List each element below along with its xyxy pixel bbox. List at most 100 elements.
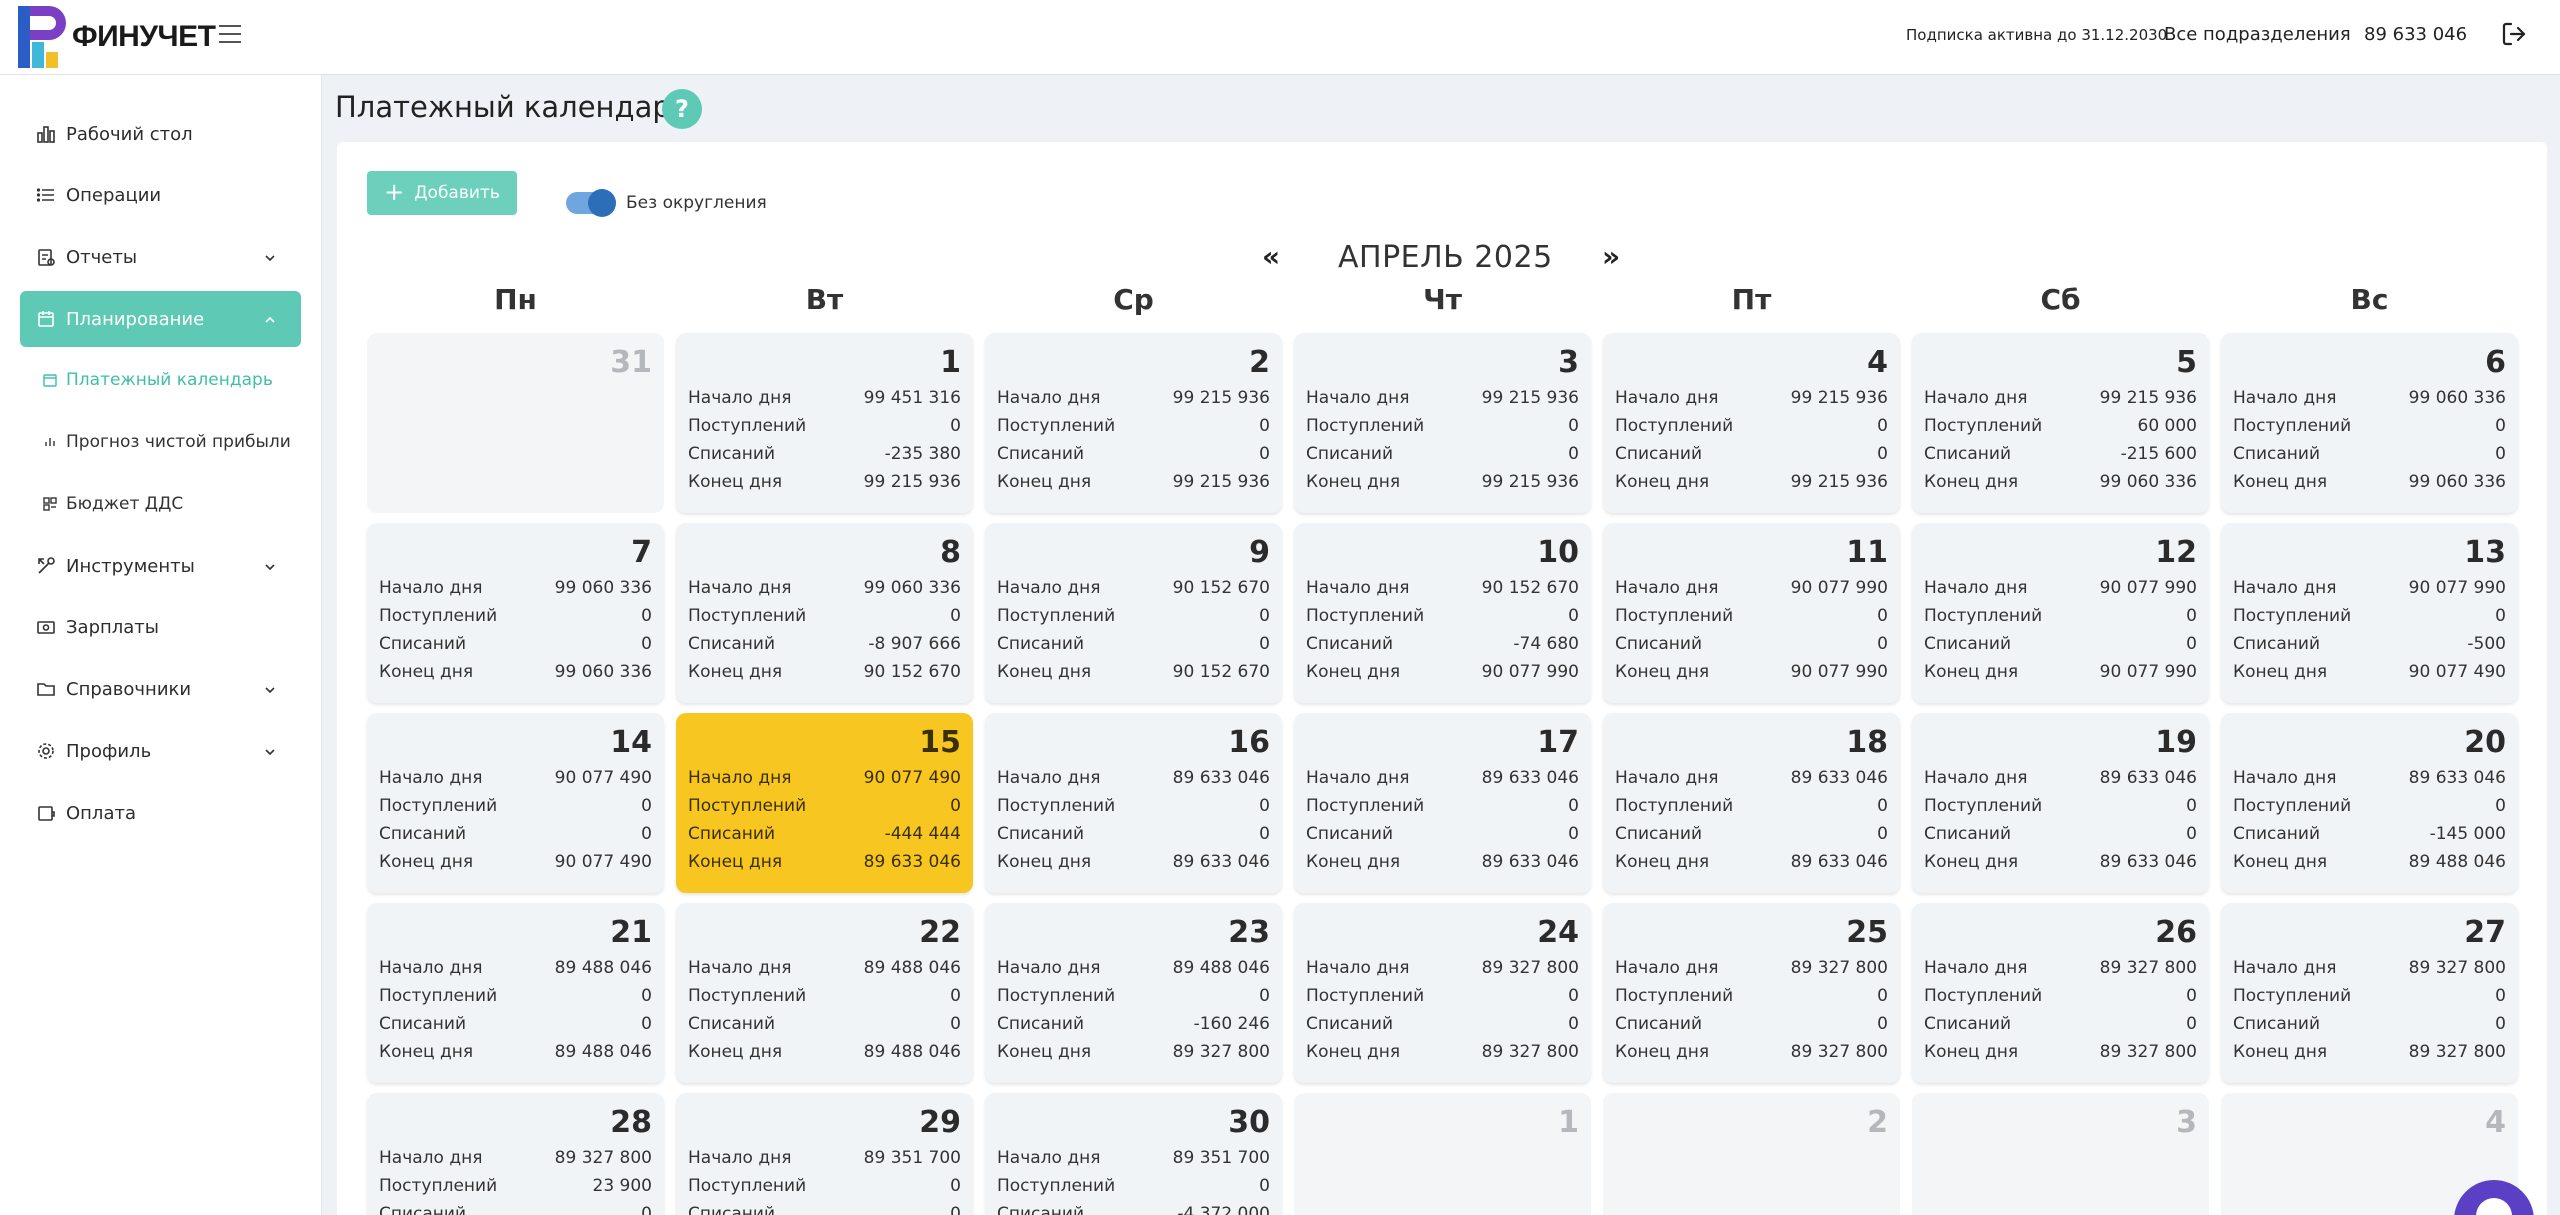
calendar-day[interactable]: 24 Начало дня 89 327 800 Поступлений 0 Списан… xyxy=(1294,903,1591,1083)
calendar-day[interactable]: 13 Начало дня 90 077 990 Поступлений 0 Списан… xyxy=(2221,523,2518,703)
calendar-day[interactable]: 17 Начало дня 89 633 046 Поступлений 0 Списан… xyxy=(1294,713,1591,893)
department-selector[interactable]: Все подразделения xyxy=(2164,24,2351,45)
calendar-day-other-month[interactable]: 31 xyxy=(367,333,664,513)
salary-icon xyxy=(36,617,56,637)
sidebar-item-directories[interactable]: Справочники xyxy=(20,661,301,717)
day-row-value: 0 xyxy=(1877,1014,1888,1034)
day-summary-row: Списаний 0 xyxy=(1615,444,1888,468)
day-row-label: Поступлений xyxy=(997,416,1116,436)
day-row-value: 89 488 046 xyxy=(863,958,961,978)
sidebar-item-salaries[interactable]: Зарплаты xyxy=(20,599,301,655)
sidebar-item-reports[interactable]: Отчеты xyxy=(20,229,301,285)
day-row-label: Списаний xyxy=(2233,1014,2321,1034)
day-row-label: Конец дня xyxy=(1924,852,2019,872)
sidebar-item-payment[interactable]: Оплата xyxy=(20,785,301,841)
calendar-day[interactable]: 18 Начало дня 89 633 046 Поступлений 0 Списан… xyxy=(1603,713,1900,893)
day-row-label: Поступлений xyxy=(2233,986,2352,1006)
day-row-value: 90 077 490 xyxy=(554,768,652,788)
calendar-day-other-month[interactable]: 3 xyxy=(1912,1093,2209,1215)
calendar-day[interactable]: 25 Начало дня 89 327 800 Поступлений 0 Списан… xyxy=(1603,903,1900,1083)
day-summary-row: Поступлений 0 xyxy=(688,796,961,820)
calendar-day[interactable]: 11 Начало дня 90 077 990 Поступлений 0 Списан… xyxy=(1603,523,1900,703)
day-summary-row: Конец дня 90 077 990 xyxy=(1306,662,1579,686)
calendar-day[interactable]: 20 Начало дня 89 633 046 Поступлений 0 Списан… xyxy=(2221,713,2518,893)
day-row-value: 0 xyxy=(950,796,961,816)
day-summary-row: Начало дня 89 488 046 xyxy=(997,958,1270,982)
sidebar-item-dashboard[interactable]: Рабочий стол xyxy=(20,106,301,162)
app-logo[interactable]: ФИНУЧЕТ xyxy=(18,6,216,68)
calendar-day[interactable]: 22 Начало дня 89 488 046 Поступлений 0 Списан… xyxy=(676,903,973,1083)
add-button-label: Добавить xyxy=(414,183,500,203)
sidebar-item-planning[interactable]: Планирование xyxy=(20,291,301,347)
calendar-day[interactable]: 12 Начало дня 90 077 990 Поступлений 0 Списан… xyxy=(1912,523,2209,703)
sidebar-subitem-label: Прогноз чистой прибыли xyxy=(66,432,291,452)
chevron-down-icon xyxy=(263,681,277,695)
logout-icon[interactable] xyxy=(2500,20,2528,48)
day-row-label: Списаний xyxy=(1924,634,2012,654)
day-row-value: 0 xyxy=(2495,986,2506,1006)
day-summary-row: Поступлений 0 xyxy=(2233,416,2506,440)
help-button[interactable]: ? xyxy=(662,89,702,129)
calendar-day[interactable]: 8 Начало дня 99 060 336 Поступлений 0 Списани… xyxy=(676,523,973,703)
calendar-day-today[interactable]: 15 Начало дня 90 077 490 Поступлений 0 Списан… xyxy=(676,713,973,893)
day-summary-row: Поступлений 0 xyxy=(379,606,652,630)
calendar-day[interactable]: 26 Начало дня 89 327 800 Поступлений 0 Списан… xyxy=(1912,903,2209,1083)
sidebar-subitem-payment-calendar[interactable]: Платежный календарь xyxy=(42,360,273,400)
calendar-day[interactable]: 7 Начало дня 99 060 336 Поступлений 0 Списани… xyxy=(367,523,664,703)
menu-burger-icon[interactable] xyxy=(219,25,241,43)
day-row-value: 0 xyxy=(1568,1014,1579,1034)
day-number: 19 xyxy=(2155,725,2197,760)
prev-month-button[interactable]: « xyxy=(1262,240,1280,273)
calendar-day[interactable]: 3 Начало дня 99 215 936 Поступлений 0 Списани… xyxy=(1294,333,1591,513)
day-row-label: Конец дня xyxy=(997,472,1092,492)
calendar-day[interactable]: 21 Начало дня 89 488 046 Поступлений 0 Списан… xyxy=(367,903,664,1083)
calendar-day[interactable]: 10 Начало дня 90 152 670 Поступлений 0 Списан… xyxy=(1294,523,1591,703)
day-row-value: 0 xyxy=(950,606,961,626)
sidebar-subitem-cashflow-budget[interactable]: Бюджет ДДС xyxy=(42,484,183,524)
sidebar-item-operations[interactable]: Операции xyxy=(20,167,301,223)
day-row-label: Поступлений xyxy=(997,796,1116,816)
rounding-toggle[interactable] xyxy=(566,189,616,217)
calendar-day-other-month[interactable]: 2 xyxy=(1603,1093,1900,1215)
day-number: 4 xyxy=(1867,345,1888,380)
sidebar-subitem-profit-forecast[interactable]: Прогноз чистой прибыли xyxy=(42,422,291,462)
next-month-button[interactable]: » xyxy=(1602,240,1620,273)
day-row-value: 0 xyxy=(1568,606,1579,626)
day-row-label: Списаний xyxy=(1615,824,1703,844)
day-row-value: 89 633 046 xyxy=(2408,768,2506,788)
calendar-day[interactable]: 14 Начало дня 90 077 490 Поступлений 0 Списан… xyxy=(367,713,664,893)
day-number: 20 xyxy=(2464,725,2506,760)
calendar-day[interactable]: 29 Начало дня 89 351 700 Поступлений 0 Списан… xyxy=(676,1093,973,1215)
day-summary-row: Конец дня 99 060 336 xyxy=(2233,472,2506,496)
calendar-day[interactable]: 28 Начало дня 89 327 800 Поступлений 23 900 С… xyxy=(367,1093,664,1215)
day-row-value: -4 372 000 xyxy=(1177,1204,1270,1215)
calendar-day[interactable]: 1 Начало дня 99 451 316 Поступлений 0 Списани… xyxy=(676,333,973,513)
day-row-label: Конец дня xyxy=(1615,662,1710,682)
calendar-day[interactable]: 23 Начало дня 89 488 046 Поступлений 0 Списан… xyxy=(985,903,1282,1083)
day-row-value: 99 060 336 xyxy=(2099,472,2197,492)
day-row-label: Списаний xyxy=(379,1204,467,1215)
calendar-day[interactable]: 19 Начало дня 89 633 046 Поступлений 0 Списан… xyxy=(1912,713,2209,893)
calendar-day[interactable]: 6 Начало дня 99 060 336 Поступлений 0 Списани… xyxy=(2221,333,2518,513)
calendar-day[interactable]: 9 Начало дня 90 152 670 Поступлений 0 Списани… xyxy=(985,523,1282,703)
calendar-day[interactable]: 4 Начало дня 99 215 936 Поступлений 0 Списани… xyxy=(1603,333,1900,513)
day-row-value: 90 152 670 xyxy=(1481,578,1579,598)
sidebar-item-profile[interactable]: Профиль xyxy=(20,723,301,779)
calendar-day[interactable]: 16 Начало дня 89 633 046 Поступлений 0 Списан… xyxy=(985,713,1282,893)
report-icon xyxy=(36,247,56,267)
calendar-day[interactable]: 2 Начало дня 99 215 936 Поступлений 0 Списани… xyxy=(985,333,1282,513)
sidebar-item-label: Профиль xyxy=(66,740,152,762)
calendar-day[interactable]: 5 Начало дня 99 215 936 Поступлений 60 000 Сп… xyxy=(1912,333,2209,513)
day-row-value: 0 xyxy=(2495,1014,2506,1034)
day-row-label: Списаний xyxy=(1306,444,1394,464)
calendar-day[interactable]: 27 Начало дня 89 327 800 Поступлений 0 Списан… xyxy=(2221,903,2518,1083)
day-number: 4 xyxy=(2485,1105,2506,1140)
add-button[interactable]: + Добавить xyxy=(367,171,517,215)
calendar-day[interactable]: 30 Начало дня 89 351 700 Поступлений 0 Списан… xyxy=(985,1093,1282,1215)
day-row-value: 0 xyxy=(1568,796,1579,816)
day-summary-row: Конец дня 89 633 046 xyxy=(688,852,961,876)
sidebar-item-tools[interactable]: Инструменты xyxy=(20,538,301,594)
calendar-day-other-month[interactable]: 1 xyxy=(1294,1093,1591,1215)
day-row-value: 89 327 800 xyxy=(1790,1042,1888,1062)
day-row-label: Поступлений xyxy=(2233,416,2352,436)
